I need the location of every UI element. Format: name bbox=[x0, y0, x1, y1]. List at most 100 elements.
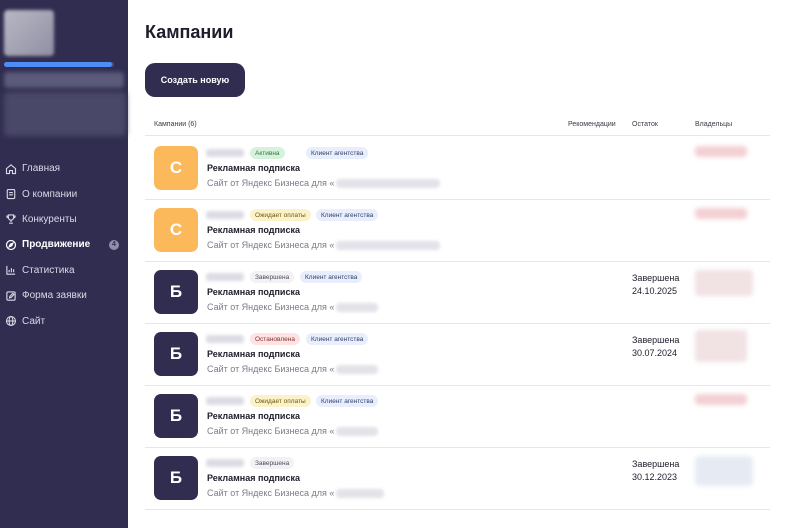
campaign-subtitle-text: Сайт от Яндекс Бизнеса для « bbox=[207, 426, 335, 436]
campaign-end-status: Завершена 30.12.2023 bbox=[632, 458, 679, 484]
campaign-name-blurred bbox=[206, 335, 244, 343]
agency-client-badge: Клиент агентства bbox=[316, 209, 379, 221]
campaign-end-status: Завершена 24.10.2025 bbox=[632, 272, 679, 298]
agency-client-badge: Клиент агентства bbox=[306, 333, 369, 345]
account-details bbox=[4, 92, 126, 136]
main-content: Кампании Создать новую Кампании (6) Реко… bbox=[128, 0, 800, 528]
sidebar-item-home[interactable]: Главная bbox=[0, 156, 128, 181]
campaign-name-blurred bbox=[206, 273, 244, 281]
profile-progress-fill bbox=[4, 62, 112, 67]
status-badge: Ожидает оплаты bbox=[250, 209, 311, 221]
campaign-subtitle: Сайт от Яндекс Бизнеса для « bbox=[207, 488, 385, 499]
campaign-subtitle: Сайт от Яндекс Бизнеса для « bbox=[207, 426, 379, 437]
campaign-end-date: 24.10.2025 bbox=[632, 286, 678, 296]
create-campaign-button[interactable]: Создать новую bbox=[145, 63, 245, 97]
campaign-end-status: Завершена 30.07.2024 bbox=[632, 334, 679, 360]
sidebar-item-request-form[interactable]: Форма заявки bbox=[0, 283, 128, 308]
campaign-subtitle-text: Сайт от Яндекс Бизнеса для « bbox=[207, 364, 335, 374]
page-title: Кампании bbox=[145, 22, 234, 42]
campaign-avatar: Б bbox=[154, 394, 198, 438]
agency-client-badge: Клиент агентства bbox=[300, 271, 363, 283]
promotion-icon bbox=[4, 238, 18, 252]
campaign-title[interactable]: Рекламная подписка bbox=[207, 349, 300, 359]
campaign-title[interactable]: Рекламная подписка bbox=[207, 225, 300, 235]
sidebar-item-label: Конкуренты bbox=[22, 213, 77, 225]
sidebar-item-label: Форма заявки bbox=[22, 290, 87, 302]
campaign-name-blurred bbox=[206, 211, 244, 219]
sidebar-item-statistics[interactable]: Статистика bbox=[0, 258, 128, 283]
table-row[interactable]: Б Завершена Клиент агентства Рекламная подп… bbox=[145, 262, 770, 324]
campaign-end-label: Завершена bbox=[632, 335, 680, 345]
sidebar-nav: Главная О компании Конкуренты Продвижени… bbox=[0, 156, 128, 334]
column-header-recommendations[interactable]: Рекомендации bbox=[568, 121, 616, 128]
trophy-icon bbox=[4, 212, 18, 226]
status-badge: Завершена bbox=[250, 271, 295, 283]
owner-avatar-blurred bbox=[695, 270, 753, 296]
campaign-site-name-blurred bbox=[336, 489, 385, 499]
campaign-subtitle: Сайт от Яндекс Бизнеса для « bbox=[207, 364, 379, 375]
campaign-name-blurred bbox=[206, 149, 244, 157]
column-header-campaigns[interactable]: Кампании (6) bbox=[154, 121, 197, 128]
column-header-balance[interactable]: Остаток bbox=[632, 121, 658, 128]
campaign-end-date: 30.12.2023 bbox=[632, 472, 678, 482]
campaigns-table-header: Кампании (6) Рекомендации Остаток Владел… bbox=[145, 116, 770, 136]
campaign-site-name-blurred bbox=[336, 303, 379, 313]
promotion-count-badge: 4 bbox=[109, 239, 119, 250]
sidebar-item-label: Сайт bbox=[22, 315, 46, 327]
status-badge: Активна bbox=[250, 147, 285, 159]
account-name[interactable] bbox=[4, 72, 124, 88]
sidebar-item-promotion[interactable]: Продвижение 4 bbox=[0, 232, 128, 257]
campaign-end-label: Завершена bbox=[632, 273, 680, 283]
chart-icon bbox=[4, 263, 18, 277]
owner-avatar-blurred bbox=[695, 208, 747, 219]
agency-client-badge: Клиент агентства bbox=[306, 147, 369, 159]
campaign-end-label: Завершена bbox=[632, 459, 680, 469]
owner-avatar-blurred bbox=[695, 394, 747, 405]
sidebar-item-label: Главная bbox=[22, 163, 61, 175]
campaign-name-blurred bbox=[206, 397, 244, 405]
table-row[interactable]: С Ожидает оплаты Клиент агентства Рекламная… bbox=[145, 200, 770, 262]
campaign-subtitle-text: Сайт от Яндекс Бизнеса для « bbox=[207, 178, 335, 188]
status-badge: Остановлена bbox=[250, 333, 300, 345]
campaign-site-name-blurred bbox=[336, 427, 379, 437]
sidebar-item-about[interactable]: О компании bbox=[0, 181, 128, 206]
owner-avatar-blurred bbox=[695, 146, 747, 157]
sidebar-item-competitors[interactable]: Конкуренты bbox=[0, 207, 128, 232]
table-row[interactable]: Б Завершена Рекламная подписка Сайт от Янде… bbox=[145, 448, 770, 510]
campaign-title[interactable]: Рекламная подписка bbox=[207, 411, 300, 421]
campaign-title[interactable]: Рекламная подписка bbox=[207, 163, 300, 173]
sidebar-item-label: О компании bbox=[22, 188, 78, 200]
sidebar: Главная О компании Конкуренты Продвижени… bbox=[0, 0, 128, 528]
edit-form-icon bbox=[4, 289, 18, 303]
globe-icon bbox=[4, 314, 18, 328]
column-header-owners[interactable]: Владельцы bbox=[695, 121, 732, 128]
campaign-avatar: Б bbox=[154, 332, 198, 376]
status-badge: Ожидает оплаты bbox=[250, 395, 311, 407]
sidebar-item-site[interactable]: Сайт bbox=[0, 308, 128, 333]
campaign-subtitle-text: Сайт от Яндекс Бизнеса для « bbox=[207, 240, 335, 250]
profile-progress-bar bbox=[4, 62, 114, 67]
owner-avatar-blurred bbox=[695, 330, 747, 362]
campaign-end-date: 30.07.2024 bbox=[632, 348, 678, 358]
campaign-subtitle: Сайт от Яндекс Бизнеса для « bbox=[207, 302, 379, 313]
business-logo[interactable] bbox=[4, 10, 54, 56]
campaign-subtitle: Сайт от Яндекс Бизнеса для « bbox=[207, 240, 441, 251]
campaign-avatar: С bbox=[154, 208, 198, 252]
campaign-avatar: Б bbox=[154, 456, 198, 500]
table-row[interactable]: Б Ожидает оплаты Клиент агентства Рекламная… bbox=[145, 386, 770, 448]
agency-client-badge: Клиент агентства bbox=[316, 395, 379, 407]
status-badge: Завершена bbox=[250, 457, 295, 469]
campaign-subtitle-text: Сайт от Яндекс Бизнеса для « bbox=[207, 302, 335, 312]
campaign-title[interactable]: Рекламная подписка bbox=[207, 287, 300, 297]
sidebar-item-label: Статистика bbox=[22, 264, 75, 276]
table-row[interactable]: Б Остановлена Клиент агентства Рекламная по… bbox=[145, 324, 770, 386]
campaign-site-name-blurred bbox=[336, 241, 441, 251]
campaign-name-blurred bbox=[206, 459, 244, 467]
table-row[interactable]: С Активна Клиент агентства Рекламная подпис… bbox=[145, 138, 770, 200]
sidebar-item-label: Продвижение bbox=[22, 239, 91, 251]
campaign-subtitle-text: Сайт от Яндекс Бизнеса для « bbox=[207, 488, 335, 498]
campaign-title[interactable]: Рекламная подписка bbox=[207, 473, 300, 483]
campaign-avatar: Б bbox=[154, 270, 198, 314]
document-icon bbox=[4, 187, 18, 201]
home-icon bbox=[4, 162, 18, 176]
